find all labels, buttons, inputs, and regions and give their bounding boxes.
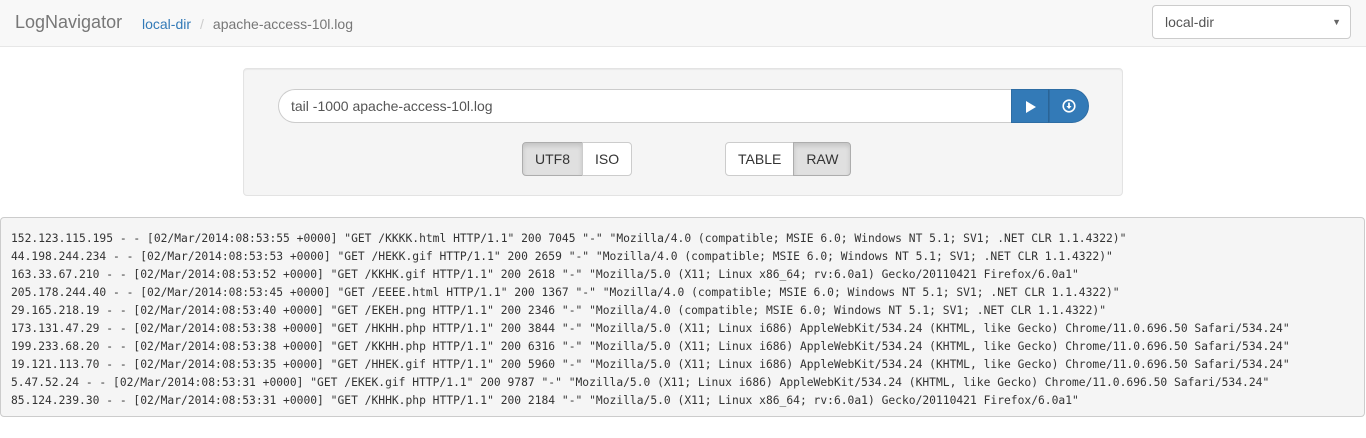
view-table-button[interactable]: TABLE	[725, 142, 795, 176]
log-line: 152.123.115.195 - - [02/Mar/2014:08:53:5…	[11, 232, 1127, 245]
breadcrumb-current-file: apache-access-10l.log	[212, 16, 353, 32]
navbar: LogNavigator local-dir / apache-access-10l…	[0, 0, 1366, 47]
log-line: 5.47.52.24 - - [02/Mar/2014:08:53:31 +00…	[11, 376, 1270, 389]
log-line: 29.165.218.19 - - [02/Mar/2014:08:53:40 …	[11, 304, 1107, 317]
encoding-toggle-group: UTF8 ISO	[522, 142, 633, 176]
brand-logo[interactable]: LogNavigator	[15, 12, 122, 32]
log-line: 205.178.244.40 - - [02/Mar/2014:08:53:45…	[11, 286, 1120, 299]
view-mode-toggle-group: TABLE RAW	[725, 142, 852, 176]
log-line: 173.131.47.29 - - [02/Mar/2014:08:53:38 …	[11, 322, 1290, 335]
view-raw-button[interactable]: RAW	[793, 142, 852, 176]
breadcrumb-separator: /	[200, 16, 204, 32]
download-icon	[1062, 99, 1076, 113]
breadcrumb: local-dir / apache-access-10l.log	[142, 15, 353, 33]
log-line: 163.33.67.210 - - [02/Mar/2014:08:53:52 …	[11, 268, 1079, 281]
log-line: 44.198.244.234 - - [02/Mar/2014:08:53:53…	[11, 250, 1113, 263]
directory-select[interactable]: local-dir ▼	[1152, 5, 1351, 39]
breadcrumb-directory-link[interactable]: local-dir	[142, 16, 191, 32]
log-line: 85.124.239.30 - - [02/Mar/2014:08:53:31 …	[11, 394, 1079, 407]
command-panel: tail -1000 apache-access-10l.log UTF8 IS…	[243, 68, 1123, 196]
download-button[interactable]	[1049, 89, 1089, 123]
play-icon	[1026, 101, 1036, 113]
run-command-button[interactable]	[1011, 89, 1049, 123]
directory-select-value: local-dir	[1165, 14, 1215, 30]
log-line: 19.121.113.70 - - [02/Mar/2014:08:53:35 …	[11, 358, 1290, 371]
encoding-utf8-button[interactable]: UTF8	[522, 142, 583, 176]
encoding-iso-button[interactable]: ISO	[582, 142, 633, 176]
chevron-down-icon: ▼	[1332, 17, 1341, 27]
log-output[interactable]: 152.123.115.195 - - [02/Mar/2014:08:53:5…	[0, 217, 1365, 417]
log-line: 199.233.68.20 - - [02/Mar/2014:08:53:38 …	[11, 340, 1290, 353]
command-input[interactable]: tail -1000 apache-access-10l.log	[278, 89, 1011, 123]
